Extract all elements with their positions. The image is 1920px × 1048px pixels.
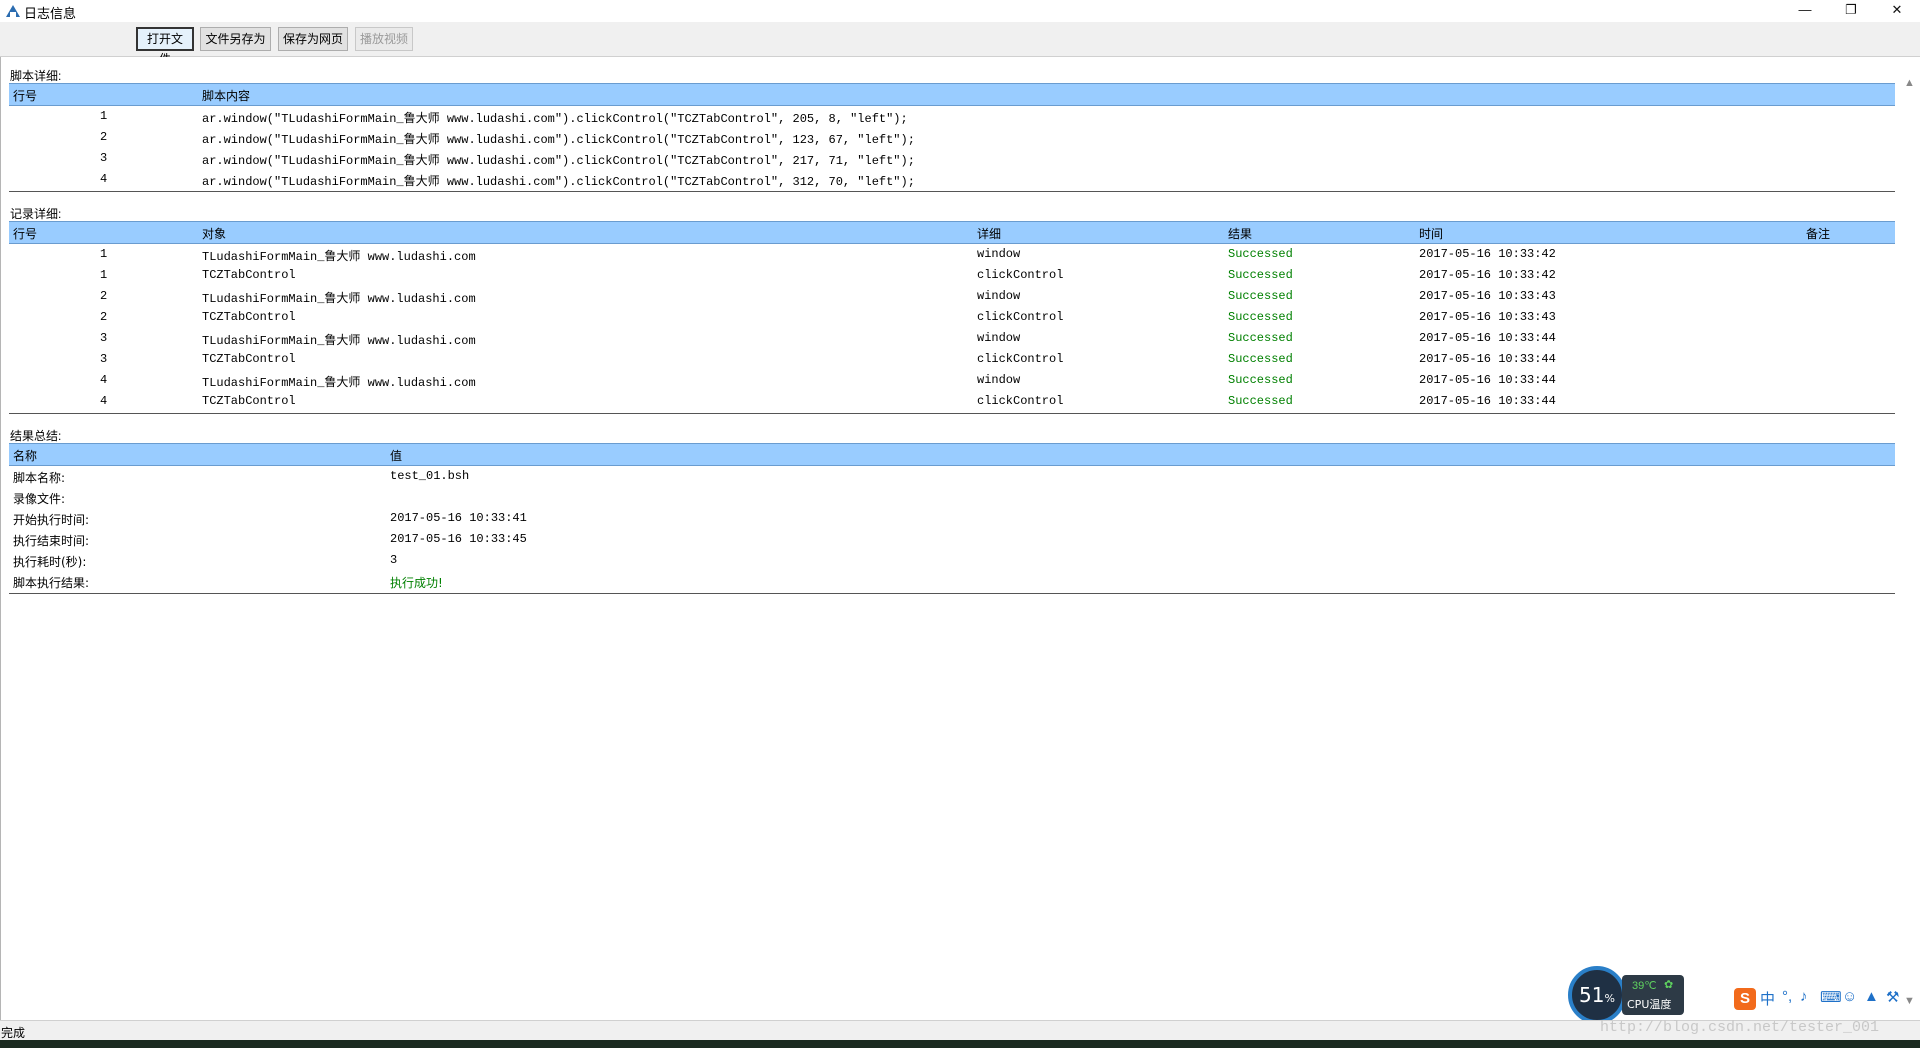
vertical-scrollbar[interactable]: ▲ ▼ [1901,77,1919,1012]
script-table-header: 行号 脚本内容 [9,83,1895,106]
user-icon[interactable]: ☺ [1842,988,1857,1005]
table-row: 1 TCZTabControl clickControl Successed 2… [100,268,1556,282]
watermark: http://blog.csdn.net/tester_001 [1600,1019,1880,1036]
table-row: 4 TCZTabControl clickControl Successed 2… [100,394,1556,408]
table-row: 3 ar.window("TLudashiFormMain_鲁大师 www.lu… [100,151,915,168]
cpu-monitor-widget[interactable]: 51% 39℃ ✿ CPU温度 [1568,966,1686,1024]
table-row: 3 TCZTabControl clickControl Successed 2… [100,352,1556,366]
keyboard-icon[interactable]: ⌨ [1820,988,1842,1006]
table-row: 2 TLudashiFormMain_鲁大师 www.ludashi.com w… [100,289,1556,306]
open-file-button[interactable]: 打开文件 [136,27,194,66]
play-video-button[interactable]: 播放视频 [355,27,413,51]
sogou-logo-icon[interactable]: S [1734,988,1756,1010]
ime-toolbar[interactable]: S 中 °, ♪ ⌨ ☺ ▲ ⚒ [1734,986,1920,1012]
table-row: 执行耗时(秒): 3 [13,553,398,569]
cpu-usage-gauge: 51% [1568,966,1626,1024]
leaf-icon: ✿ [1664,979,1674,991]
title-bar: 日志信息 — ❐ ✕ [0,0,1920,22]
header-content: 脚本内容 [202,89,251,103]
header-line: 行号 [13,89,38,103]
cpu-temp-box: 39℃ ✿ CPU温度 [1622,975,1684,1015]
close-icon[interactable]: ✕ [1874,0,1920,22]
table-row: 1 ar.window("TLudashiFormMain_鲁大师 www.lu… [100,109,908,126]
status-text: 完成 [1,1026,26,1040]
ime-mode[interactable]: 中 [1760,988,1775,1009]
table-row: 1 TLudashiFormMain_鲁大师 www.ludashi.com w… [100,247,1556,264]
divider [9,593,1895,594]
summary-table-header: 名称 值 [9,443,1895,466]
restore-icon[interactable]: ❐ [1828,0,1874,22]
microphone-icon[interactable]: ♪ [1800,988,1808,1005]
result-value: 执行成功! [390,576,443,590]
skin-icon[interactable]: ▲ [1864,988,1879,1005]
divider [9,191,1895,192]
table-row: 4 ar.window("TLudashiFormMain_鲁大师 www.lu… [100,172,915,189]
table-row: 2 ar.window("TLudashiFormMain_鲁大师 www.lu… [100,130,915,147]
scroll-up-icon[interactable]: ▲ [1904,77,1915,89]
table-row: 开始执行时间: 2017-05-16 10:33:41 [13,511,527,527]
script-section-label: 脚本详细: [10,69,62,83]
record-table-header: 行号 对象 详细 结果 时间 备注 [9,221,1895,244]
table-row: 3 TLudashiFormMain_鲁大师 www.ludashi.com w… [100,331,1556,348]
save-webpage-button[interactable]: 保存为网页 [278,27,348,51]
log-content[interactable]: 脚本详细: 行号 脚本内容 1 ar.window("TLudashiFormM… [0,57,1920,1020]
table-row: 执行结束时间: 2017-05-16 10:33:45 [13,532,527,548]
record-section-label: 记录详细: [10,207,62,221]
table-row: 脚本执行结果: 执行成功! [13,576,443,590]
table-row: 4 TLudashiFormMain_鲁大师 www.ludashi.com w… [100,373,1556,390]
minimize-icon[interactable]: — [1782,0,1828,22]
divider [9,413,1895,414]
table-row: 2 TCZTabControl clickControl Successed 2… [100,310,1556,324]
table-row: 脚本名称: test_01.bsh [13,469,470,485]
punctuation-icon[interactable]: °, [1782,988,1792,1005]
toolbar: 打开文件 文件另存为 保存为网页 播放视频 [0,22,1920,66]
summary-section-label: 结果总结: [10,429,62,443]
wrench-icon[interactable]: ⚒ [1886,988,1899,1006]
taskbar [0,1040,1920,1048]
table-row: 录像文件: [13,492,66,506]
app-icon [5,4,21,18]
save-as-button[interactable]: 文件另存为 [200,27,271,51]
window-title: 日志信息 [24,6,77,21]
